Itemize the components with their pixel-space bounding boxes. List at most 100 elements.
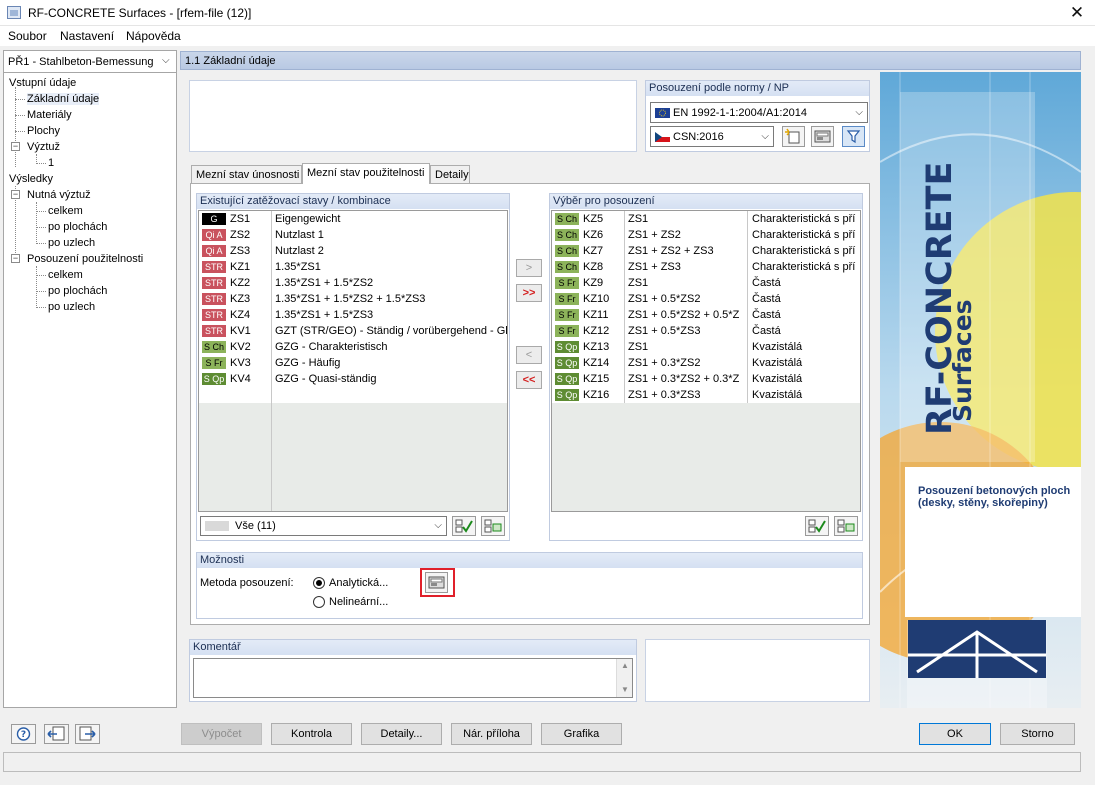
table-row[interactable]: S Fr KV3 GZG - Häufig bbox=[199, 355, 507, 371]
table-row[interactable]: Qi A ZS3 Nutzlast 2 bbox=[199, 243, 507, 259]
import-button[interactable] bbox=[44, 724, 69, 744]
nonlinear-radio[interactable] bbox=[313, 596, 325, 608]
tree-sls-by-surface[interactable]: po plochách bbox=[48, 285, 107, 297]
comment-input[interactable]: ▲ ▼ bbox=[193, 658, 633, 698]
check-all-icon bbox=[455, 519, 473, 533]
table-row[interactable]: S Qp KV4 GZG - Quasi-ständig bbox=[199, 371, 507, 387]
annex-select[interactable]: CSN:2016 ⌵ bbox=[650, 126, 774, 147]
add-all-button[interactable]: >> bbox=[516, 284, 542, 302]
tree-reinforcement-1[interactable]: 1 bbox=[48, 157, 54, 169]
case-code: KZ6 bbox=[583, 229, 604, 241]
details-button[interactable]: Detaily... bbox=[361, 723, 442, 745]
remove-one-button[interactable]: < bbox=[516, 346, 542, 364]
analytic-radio[interactable] bbox=[313, 577, 325, 589]
section-header: 1.1 Základní údaje bbox=[180, 51, 1081, 70]
selected-cases-list[interactable]: S Ch KZ5 ZS1 Charakteristická s pří S Ch KZ6 Z… bbox=[551, 210, 861, 512]
norm-group-title: Posouzení podle normy / NP bbox=[646, 81, 869, 96]
tree-results[interactable]: Výsledky bbox=[9, 173, 53, 185]
case-code: ZS1 bbox=[230, 213, 251, 225]
brand-text: RF-CONCRETE Surfaces bbox=[913, 152, 977, 442]
analytic-settings-button[interactable] bbox=[425, 572, 448, 593]
help-button[interactable]: ? bbox=[11, 724, 36, 744]
existing-cases-list[interactable]: G ZS1 Eigengewicht Qi A ZS2 Nutzlast 1 Qi A ZS3… bbox=[198, 210, 508, 512]
filter-select[interactable]: Vše (11) ⌵ bbox=[200, 516, 447, 536]
close-icon[interactable]: ✕ bbox=[1066, 3, 1088, 23]
select-all-left-button[interactable] bbox=[452, 516, 476, 536]
case-type-badge: S Qp bbox=[202, 373, 226, 385]
new-annex-button[interactable] bbox=[782, 126, 805, 147]
case-description: ZS1 + ZS2 bbox=[628, 229, 681, 241]
edit-annex-button[interactable] bbox=[811, 126, 834, 147]
menu-help[interactable]: Nápověda bbox=[126, 29, 181, 43]
ok-button[interactable]: OK bbox=[919, 723, 991, 745]
case-code: KV4 bbox=[230, 373, 251, 385]
case-select-value: PŘ1 - Stahlbeton-Bemessung bbox=[8, 56, 154, 68]
tree-sls-by-node[interactable]: po uzlech bbox=[48, 301, 95, 313]
collapse-icon[interactable]: − bbox=[11, 190, 20, 199]
national-annex-button[interactable]: Nár. příloha bbox=[451, 723, 532, 745]
calculate-button[interactable]: Výpočet bbox=[181, 723, 262, 745]
comment-scrollbar[interactable]: ▲ ▼ bbox=[616, 659, 632, 697]
scroll-up-icon[interactable]: ▲ bbox=[621, 661, 629, 670]
case-description: Nutzlast 1 bbox=[275, 229, 324, 241]
scroll-down-icon[interactable]: ▼ bbox=[621, 685, 629, 694]
cancel-button[interactable]: Storno bbox=[1000, 723, 1075, 745]
remove-all-button[interactable]: << bbox=[516, 371, 542, 389]
table-row[interactable]: S Fr KZ11 ZS1 + 0.5*ZS2 + 0.5*Z Častá bbox=[552, 307, 860, 323]
norm-select[interactable]: EN 1992-1-1:2004/A1:2014 ⌵ bbox=[650, 102, 868, 123]
check-button[interactable]: Kontrola bbox=[271, 723, 352, 745]
table-row[interactable]: STR KZ1 1.35*ZS1 bbox=[199, 259, 507, 275]
filter-button[interactable] bbox=[842, 126, 865, 147]
toggle-selection-right-button[interactable] bbox=[834, 516, 858, 536]
table-row[interactable]: STR KV1 GZT (STR/GEO) - Ständig / vorüberg… bbox=[199, 323, 507, 339]
table-row[interactable]: S Ch KV2 GZG - Charakteristisch bbox=[199, 339, 507, 355]
table-row[interactable]: S Fr KZ9 ZS1 Častá bbox=[552, 275, 860, 291]
table-row[interactable]: S Fr KZ12 ZS1 + 0.5*ZS3 Častá bbox=[552, 323, 860, 339]
tree-sls-total[interactable]: celkem bbox=[48, 269, 83, 281]
table-row[interactable]: S Fr KZ10 ZS1 + 0.5*ZS2 Častá bbox=[552, 291, 860, 307]
toggle-selection-left-button[interactable] bbox=[481, 516, 505, 536]
case-description: Nutzlast 2 bbox=[275, 245, 324, 257]
select-all-right-button[interactable] bbox=[805, 516, 829, 536]
tree-surfaces[interactable]: Plochy bbox=[27, 125, 60, 137]
table-row[interactable]: S Ch KZ8 ZS1 + ZS3 Charakteristická s pří bbox=[552, 259, 860, 275]
tab-uls[interactable]: Mezní stav únosnosti bbox=[191, 165, 302, 184]
tree-required-reinforcement[interactable]: Nutná výztuž bbox=[27, 189, 91, 201]
table-row[interactable]: S Qp KZ16 ZS1 + 0.3*ZS3 Kvazistálá bbox=[552, 387, 860, 403]
case-type-badge: STR bbox=[202, 261, 226, 273]
tree-reinforcement[interactable]: Výztuž bbox=[27, 141, 60, 153]
description-box bbox=[189, 80, 637, 152]
brand-description: Posouzení betonových ploch (desky, stěny… bbox=[918, 485, 1071, 509]
case-select[interactable]: PŘ1 - Stahlbeton-Bemessung ⌵ bbox=[4, 51, 176, 73]
table-row[interactable]: G ZS1 Eigengewicht bbox=[199, 211, 507, 227]
table-row[interactable]: S Qp KZ14 ZS1 + 0.3*ZS2 Kvazistálá bbox=[552, 355, 860, 371]
add-one-button[interactable]: > bbox=[516, 259, 542, 277]
tree-req-by-node[interactable]: po uzlech bbox=[48, 237, 95, 249]
graphics-button[interactable]: Grafika bbox=[541, 723, 622, 745]
tree-materials[interactable]: Materiály bbox=[27, 109, 72, 121]
tree-input-data[interactable]: Vstupní údaje bbox=[9, 77, 76, 89]
table-row[interactable]: S Qp KZ15 ZS1 + 0.3*ZS2 + 0.3*Z Kvazistálá bbox=[552, 371, 860, 387]
tab-details[interactable]: Detaily bbox=[430, 165, 470, 184]
norm-select-value: EN 1992-1-1:2004/A1:2014 bbox=[673, 107, 807, 119]
tree-basic-data[interactable]: Základní údaje bbox=[27, 93, 100, 105]
tab-sls[interactable]: Mezní stav použitelnosti bbox=[302, 163, 430, 184]
table-row[interactable]: S Qp KZ13 ZS1 Kvazistálá bbox=[552, 339, 860, 355]
tree-serviceability[interactable]: Posouzení použitelnosti bbox=[27, 253, 143, 265]
table-row[interactable]: STR KZ2 1.35*ZS1 + 1.5*ZS2 bbox=[199, 275, 507, 291]
case-type-badge: STR bbox=[202, 277, 226, 289]
export-button[interactable] bbox=[75, 724, 100, 744]
case-description: ZS1 + 0.5*ZS2 + 0.5*Z bbox=[628, 309, 740, 321]
menu-settings[interactable]: Nastavení bbox=[60, 29, 114, 43]
collapse-icon[interactable]: − bbox=[11, 142, 20, 151]
menu-file[interactable]: Soubor bbox=[8, 29, 47, 43]
table-row[interactable]: S Ch KZ5 ZS1 Charakteristická s pří bbox=[552, 211, 860, 227]
table-row[interactable]: S Ch KZ6 ZS1 + ZS2 Charakteristická s pří bbox=[552, 227, 860, 243]
tree-req-by-surface[interactable]: po plochách bbox=[48, 221, 107, 233]
table-row[interactable]: Qi A ZS2 Nutzlast 1 bbox=[199, 227, 507, 243]
table-row[interactable]: STR KZ3 1.35*ZS1 + 1.5*ZS2 + 1.5*ZS3 bbox=[199, 291, 507, 307]
collapse-icon[interactable]: − bbox=[11, 254, 20, 263]
tree-req-total[interactable]: celkem bbox=[48, 205, 83, 217]
table-row[interactable]: S Ch KZ7 ZS1 + ZS2 + ZS3 Charakteristická s… bbox=[552, 243, 860, 259]
table-row[interactable]: STR KZ4 1.35*ZS1 + 1.5*ZS3 bbox=[199, 307, 507, 323]
